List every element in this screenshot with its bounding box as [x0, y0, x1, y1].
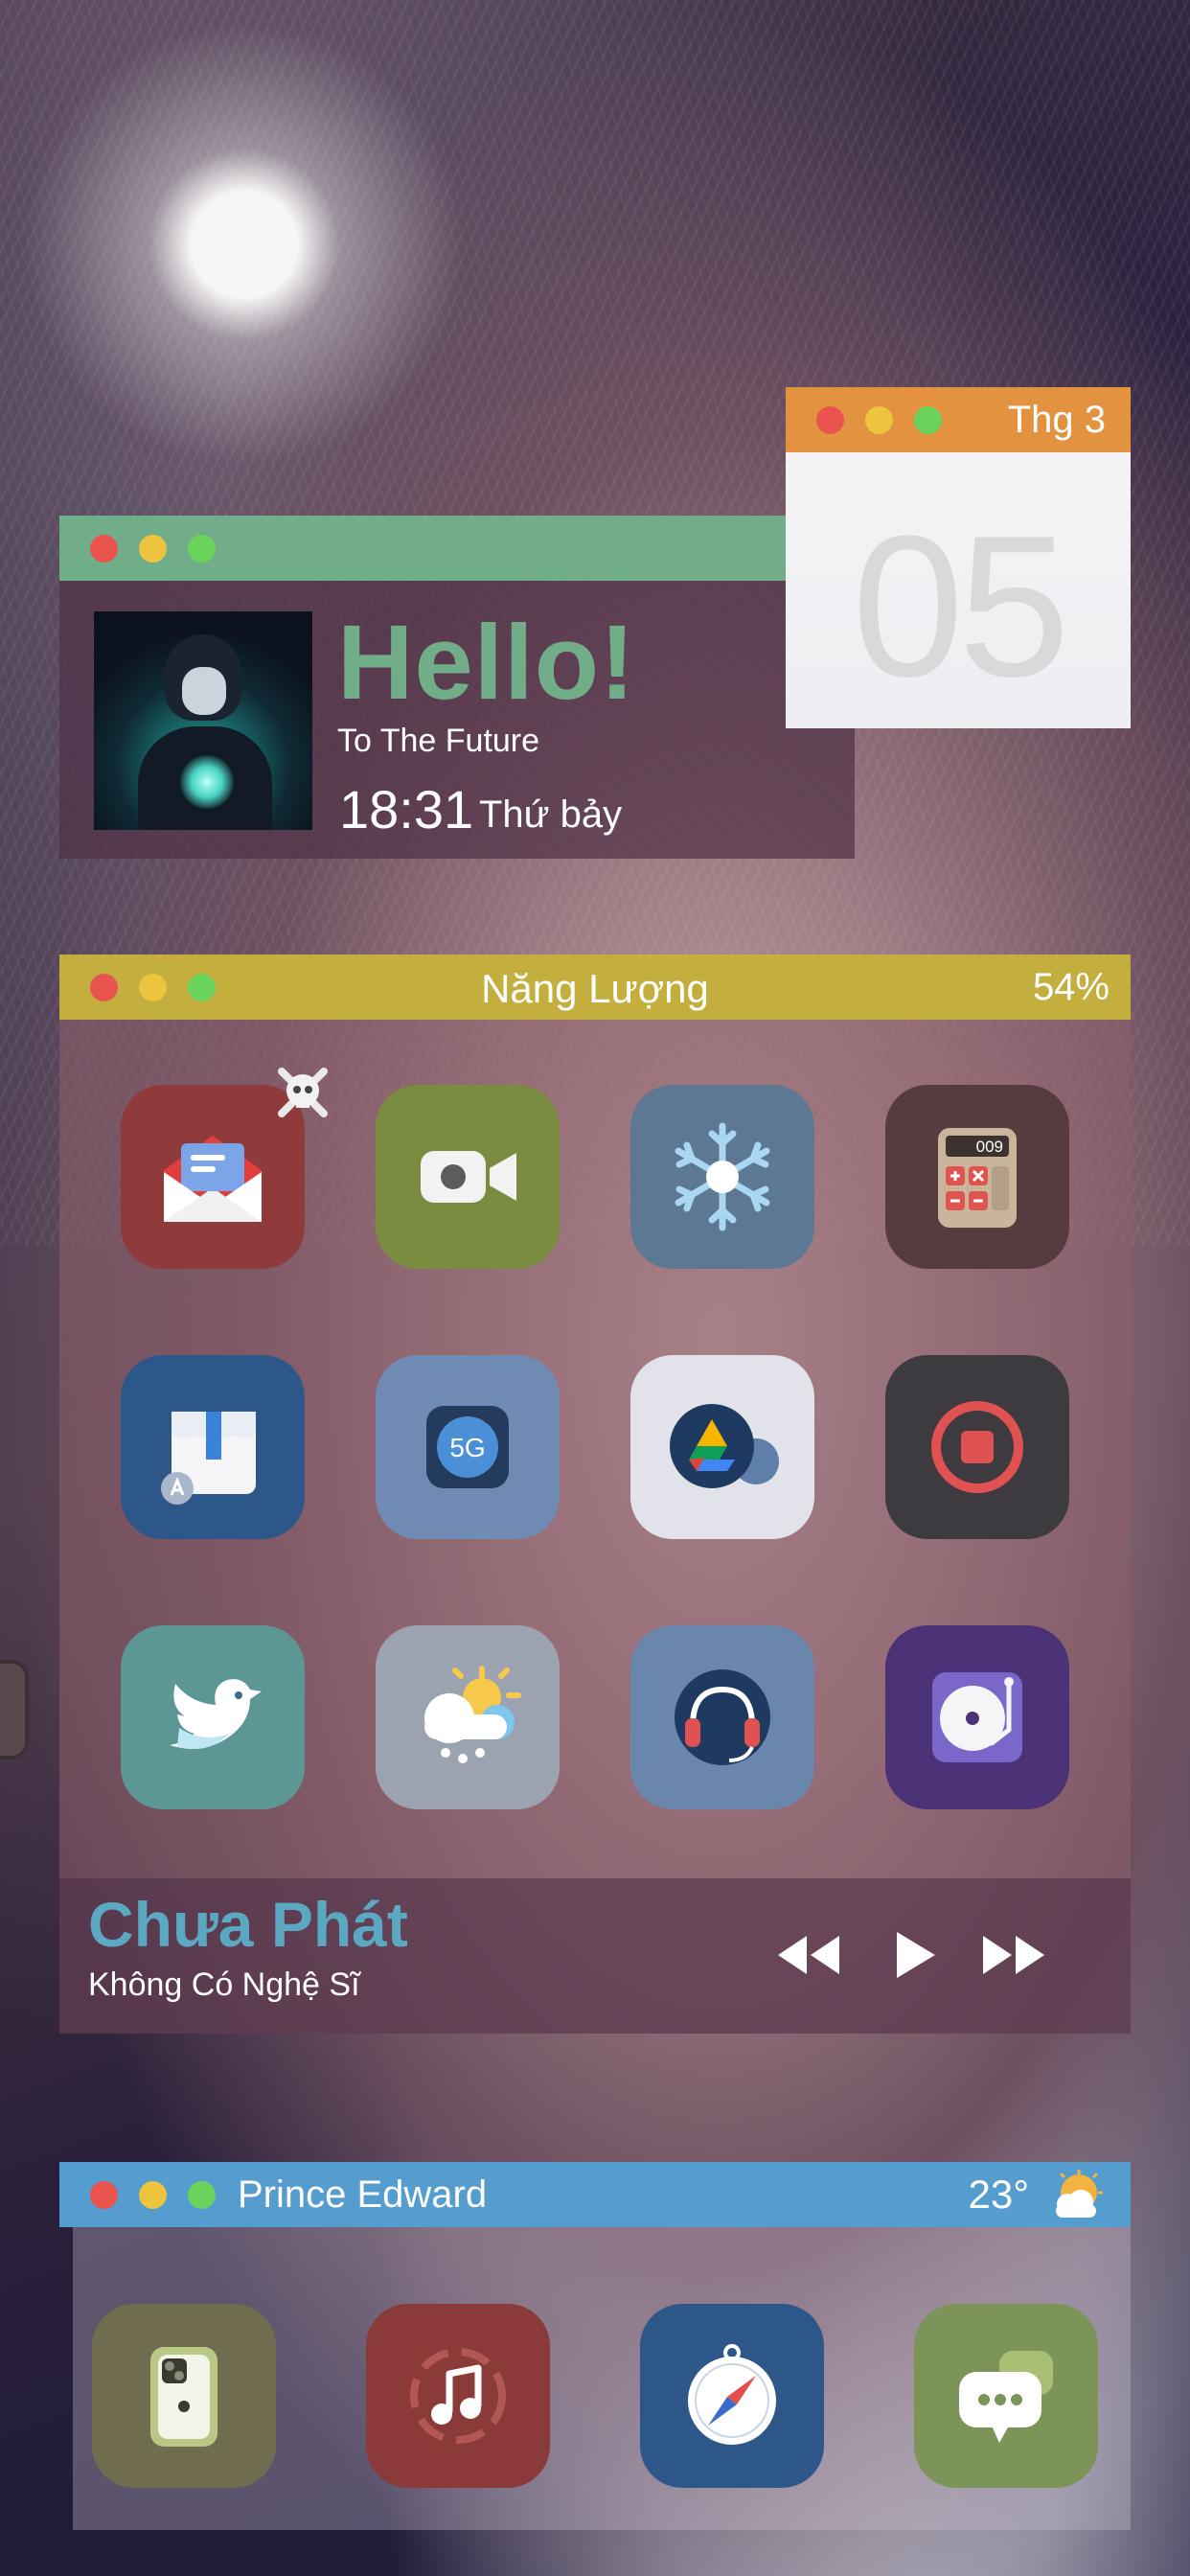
5g-icon: 5G: [426, 1406, 509, 1488]
rewind-icon: [778, 1936, 839, 1974]
maximize-dot-icon: [914, 406, 942, 434]
snowflake-app[interactable]: [630, 1085, 814, 1269]
music-app[interactable]: [366, 2304, 550, 2488]
phone-app[interactable]: [92, 2304, 276, 2488]
record-icon: [931, 1401, 1023, 1493]
edge-panel-handle[interactable]: [0, 1660, 29, 1760]
fast-forward-icon: [983, 1936, 1044, 1974]
dock: [73, 2227, 1131, 2530]
music-player: Chưa Phát Không Có Nghệ Sĩ: [59, 1878, 1131, 2034]
weather-location: Prince Edward: [238, 2174, 488, 2216]
battery-title: Năng Lượng: [481, 966, 709, 1011]
google-drive-icon: [670, 1404, 779, 1488]
sun-cloud-rain-icon: [424, 1666, 521, 1763]
skull-badge-icon: [272, 1062, 333, 1123]
hello-widget-titlebar: [59, 516, 855, 581]
play-icon: [897, 1932, 935, 1978]
snowflake-icon: [675, 1122, 770, 1231]
google-drive-app[interactable]: [630, 1355, 814, 1539]
screen-record-app[interactable]: [885, 1355, 1069, 1539]
minimize-dot-icon: [139, 2181, 167, 2209]
twitter-app[interactable]: [121, 1625, 305, 1809]
messages-app[interactable]: [914, 2304, 1098, 2488]
weather-app[interactable]: [376, 1625, 560, 1809]
app-store-app[interactable]: [121, 1355, 305, 1539]
track-title: Chưa Phát: [88, 1889, 408, 1960]
close-dot-icon: [90, 535, 118, 563]
maximize-dot-icon: [188, 535, 216, 563]
chat-bubble-icon: [959, 2351, 1053, 2443]
rewind-button[interactable]: [770, 1924, 847, 1986]
close-dot-icon: [90, 2181, 118, 2209]
calculator-icon: 009: [938, 1128, 1017, 1228]
app-grid: 009 5G: [59, 1020, 1131, 1878]
calendar-day: 05: [852, 494, 1070, 719]
bird-icon: [170, 1679, 262, 1750]
turntable-icon: [932, 1672, 1022, 1762]
turntable-app[interactable]: [885, 1625, 1069, 1809]
envelope-icon: [164, 1136, 262, 1222]
minimize-dot-icon: [865, 406, 893, 434]
calendar-widget-titlebar: Thg 3: [786, 387, 1131, 452]
headphones-icon: [675, 1669, 770, 1765]
facetime-app[interactable]: [376, 1085, 560, 1269]
hello-subtitle: To The Future: [337, 723, 540, 759]
video-camera-icon: [421, 1151, 516, 1203]
weather-temperature: 23°: [968, 2172, 1029, 2217]
fast-forward-button[interactable]: [975, 1924, 1052, 1986]
podcast-app[interactable]: [630, 1625, 814, 1809]
hello-title: Hello!: [337, 604, 636, 722]
safari-app[interactable]: [640, 2304, 824, 2488]
hello-widget[interactable]: Hello! To The Future 18:31 Thứ bảy: [59, 581, 855, 859]
clock-time: 18:31: [339, 779, 474, 840]
avatar: [94, 611, 312, 830]
calculator-display: 009: [976, 1138, 1003, 1156]
compass-icon: [688, 2344, 776, 2445]
maximize-dot-icon: [188, 2181, 216, 2209]
calculator-app[interactable]: 009: [885, 1085, 1069, 1269]
5g-label: 5G: [449, 1433, 485, 1462]
weather-widget-titlebar: Prince Edward 23°: [59, 2162, 1131, 2227]
minimize-dot-icon: [139, 535, 167, 563]
play-button[interactable]: [874, 1924, 950, 1986]
track-artist: Không Có Nghệ Sĩ: [88, 1966, 360, 2003]
music-note-icon: [410, 2348, 506, 2444]
iphone-icon: [150, 2347, 217, 2447]
weekday-label: Thứ bảy: [479, 794, 623, 836]
sun-cloud-icon: [1056, 2170, 1103, 2218]
close-dot-icon: [816, 406, 844, 434]
calendar-month: Thg 3: [1007, 399, 1106, 441]
store-icon: [161, 1412, 256, 1505]
calendar-widget[interactable]: 05: [786, 452, 1131, 728]
5g-app[interactable]: 5G: [376, 1355, 560, 1539]
battery-widget-titlebar: Năng Lượng 54%: [59, 954, 1131, 1020]
battery-percent: 54%: [1032, 966, 1110, 1008]
